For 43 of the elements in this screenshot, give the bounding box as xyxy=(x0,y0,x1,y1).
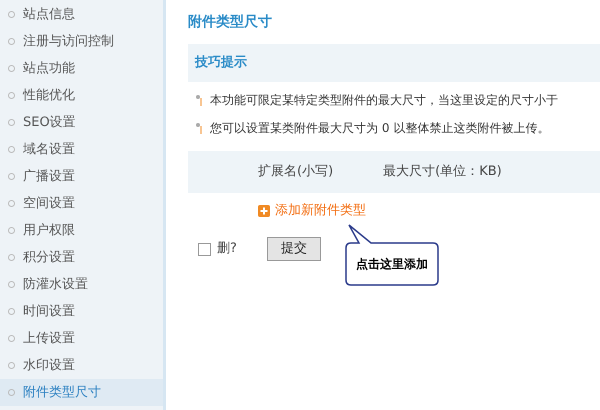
delete-checkbox[interactable] xyxy=(198,242,211,256)
sidebar-item[interactable]: 性能优化 xyxy=(0,82,163,109)
bullet-icon xyxy=(196,122,202,134)
bullet-icon xyxy=(8,200,15,207)
sidebar-item[interactable]: 域名设置 xyxy=(0,136,163,163)
bullet-icon xyxy=(8,92,15,99)
bullet-icon xyxy=(8,11,15,18)
tip-text: 您可以设置某类附件最大尺寸为 0 以整体禁止这类附件被上传。 xyxy=(210,120,550,136)
bullet-icon xyxy=(8,362,15,369)
bullet-icon xyxy=(8,173,15,180)
column-header: 扩展名(小写) xyxy=(258,163,334,182)
sidebar-item[interactable]: 水印设置 xyxy=(0,352,163,379)
page-title: 附件类型尺寸 xyxy=(188,13,272,32)
bullet-icon xyxy=(8,254,15,261)
sidebar-item[interactable]: 空间设置 xyxy=(0,190,163,217)
bullet-icon xyxy=(8,335,15,342)
bullet-icon xyxy=(8,119,15,126)
sidebar-item[interactable]: 站点功能 xyxy=(0,55,163,82)
sidebar-item[interactable]: 时间设置 xyxy=(0,298,163,325)
sidebar-item[interactable]: 附件类型尺寸 xyxy=(0,379,163,406)
sidebar-item[interactable]: 防灌水设置 xyxy=(0,271,163,298)
bullet-icon xyxy=(8,227,15,234)
tips-title: 技巧提示 xyxy=(195,54,247,72)
bullet-icon xyxy=(196,94,202,106)
bullet-icon xyxy=(8,389,15,396)
sidebar-item[interactable]: 上传设置 xyxy=(0,325,163,352)
bullet-icon xyxy=(8,308,15,315)
tip-text: 本功能可限定某特定类型附件的最大尺寸，当这里设定的尺寸小于 xyxy=(210,92,558,108)
column-header: 最大尺寸(单位：KB) xyxy=(383,163,502,182)
callout-text: 点击这里添加 xyxy=(356,256,428,273)
sidebar-item[interactable]: 用户权限 xyxy=(0,217,163,244)
sidebar-item[interactable]: 注册与访问控制 xyxy=(0,28,163,55)
bullet-icon xyxy=(8,281,15,288)
delete-label: 删? xyxy=(217,240,238,258)
bullet-icon xyxy=(8,146,15,153)
submit-button[interactable]: 提交 xyxy=(267,237,321,261)
sidebar-item[interactable]: 积分设置 xyxy=(0,244,163,271)
sidebar-item[interactable]: SEO设置 xyxy=(0,109,163,136)
sidebar-item[interactable]: 站点信息 xyxy=(0,1,163,28)
sidebar-item[interactable]: 广播设置 xyxy=(0,163,163,190)
bullet-icon xyxy=(8,38,15,45)
bullet-icon xyxy=(8,65,15,72)
plus-icon xyxy=(258,205,270,217)
